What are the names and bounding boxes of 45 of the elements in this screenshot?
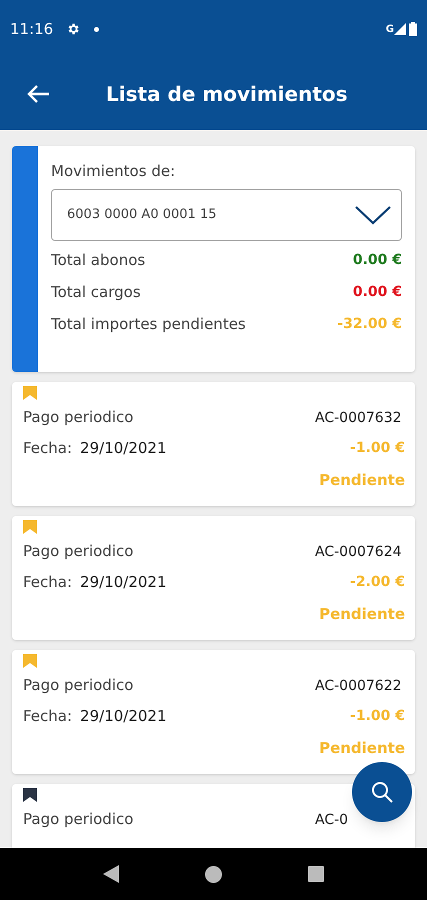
movement-date: 29/10/2021 bbox=[80, 572, 167, 593]
movement-card[interactable]: Pago periodico AC-0007624 Fecha: 29/10/2021 -2.00 € Pendiente bbox=[12, 516, 415, 640]
movement-amount: -2.00 € bbox=[350, 572, 405, 592]
account-dropdown[interactable]: 6003 0000 A0 0001 15 bbox=[51, 188, 402, 240]
date-label: Fecha: bbox=[23, 438, 72, 459]
total-label: Total cargos bbox=[51, 282, 141, 304]
movement-reference: AC-0007632 bbox=[315, 410, 402, 426]
movement-amount: -1.00 € bbox=[350, 706, 405, 726]
total-value: -32.00 € bbox=[337, 315, 402, 334]
back-arrow-icon bbox=[26, 84, 50, 104]
status-label: Pendiente bbox=[319, 470, 405, 491]
movement-amount: -1.00 € bbox=[350, 438, 405, 458]
movement-card[interactable]: Pago periodico AC-0007632 Fecha: 29/10/2021 -1.00 € Pendiente bbox=[12, 382, 415, 506]
total-value: 0.00 € bbox=[352, 251, 402, 270]
movement-concept: Pago periodico bbox=[23, 808, 134, 830]
home-nav-icon[interactable] bbox=[205, 866, 222, 882]
movement-reference: AC-0007624 bbox=[315, 544, 402, 560]
movement-concept: Pago periodico bbox=[23, 674, 134, 696]
dot-icon bbox=[94, 26, 100, 32]
movement-card[interactable]: Pago periodico AC-0 bbox=[12, 784, 415, 848]
account-number: 6003 0000 A0 0001 15 bbox=[67, 206, 218, 224]
search-icon bbox=[371, 781, 393, 803]
movement-reference: AC-0 bbox=[315, 812, 348, 828]
chevron-down-icon bbox=[355, 204, 391, 224]
status-label: Pendiente bbox=[319, 738, 405, 759]
gear-icon bbox=[66, 22, 80, 36]
movement-date: 29/10/2021 bbox=[80, 438, 167, 459]
signal-icon bbox=[394, 23, 406, 35]
account-label: Movimientos de: bbox=[51, 161, 176, 182]
total-label: Total importes pendientes bbox=[51, 314, 246, 336]
date-label: Fecha: bbox=[23, 706, 72, 727]
total-label: Total abonos bbox=[51, 250, 146, 272]
status-time: 11:16 bbox=[10, 18, 54, 40]
battery-icon bbox=[409, 22, 417, 36]
movement-concept: Pago periodico bbox=[23, 540, 134, 562]
screen-title: Lista de movimientos bbox=[106, 81, 348, 108]
status-label: Pendiente bbox=[319, 604, 405, 625]
total-value: 0.00 € bbox=[352, 283, 402, 302]
date-label: Fecha: bbox=[23, 572, 72, 593]
movement-date: 29/10/2021 bbox=[80, 706, 167, 727]
movement-reference: AC-0007622 bbox=[315, 678, 402, 694]
movement-concept: Pago periodico bbox=[23, 406, 134, 428]
movement-card[interactable]: Pago periodico AC-0007622 Fecha: 29/10/2021 -1.00 € Pendiente bbox=[12, 650, 415, 774]
back-nav-icon[interactable] bbox=[103, 865, 119, 883]
network-type: G bbox=[386, 22, 394, 36]
